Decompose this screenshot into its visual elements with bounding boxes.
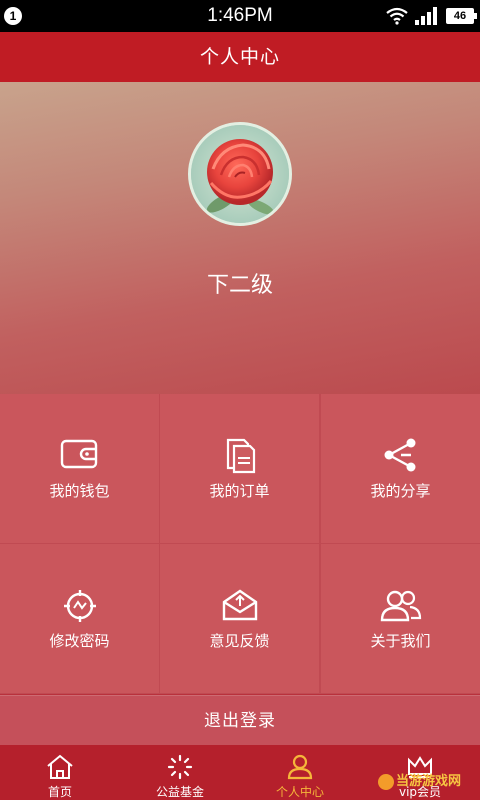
- document-icon: [226, 438, 255, 474]
- menu-item-label: 我的分享: [370, 482, 431, 500]
- wallet-icon: [60, 439, 97, 469]
- rose-avatar-image: [191, 125, 289, 223]
- nav-personal-center[interactable]: 个人中心: [240, 745, 360, 800]
- loading-icon: [167, 754, 193, 780]
- menu-item-about[interactable]: 关于我们: [321, 544, 480, 693]
- signal-icon: [415, 7, 437, 25]
- menu-item-label: 意见反馈: [209, 632, 270, 650]
- profile-header: 下二级: [0, 82, 480, 394]
- site-watermark: 当游游戏网: [378, 768, 478, 794]
- logout-button[interactable]: 退出登录: [0, 695, 480, 745]
- menu-grid: 我的钱包 我的订单 我的分享 修改密码 意见反馈 关于我们: [0, 394, 480, 694]
- mail-icon: [222, 589, 257, 621]
- nav-label: 个人中心: [275, 785, 324, 799]
- menu-item-share[interactable]: 我的分享: [321, 394, 480, 543]
- nav-home[interactable]: 首页: [0, 745, 120, 800]
- menu-item-label: 我的钱包: [49, 482, 110, 500]
- menu-item-wallet[interactable]: 我的钱包: [0, 394, 159, 543]
- nav-charity-fund[interactable]: 公益基金: [120, 745, 240, 800]
- password-icon: [63, 590, 96, 622]
- status-bar: 1 1:46PM 46: [0, 0, 480, 32]
- share-icon: [384, 438, 415, 472]
- menu-item-feedback[interactable]: 意见反馈: [160, 544, 319, 693]
- page-title: 个人中心: [0, 32, 480, 82]
- wifi-icon: [386, 7, 408, 25]
- users-icon: [380, 590, 421, 622]
- nav-label: 首页: [47, 785, 72, 799]
- nav-label: 公益基金: [155, 785, 204, 799]
- watermark-logo-icon: [378, 773, 394, 790]
- avatar[interactable]: [188, 122, 292, 226]
- person-icon: [287, 754, 313, 780]
- menu-item-label: 关于我们: [370, 632, 431, 650]
- watermark-text: 当游游戏网: [396, 773, 462, 788]
- menu-item-orders[interactable]: 我的订单: [160, 394, 319, 543]
- menu-item-label: 我的订单: [209, 482, 270, 500]
- home-icon: [47, 754, 73, 779]
- status-icons: 46: [386, 6, 477, 26]
- battery-icon: 46: [446, 8, 477, 24]
- username: 下二级: [206, 273, 273, 298]
- menu-item-change-password[interactable]: 修改密码: [0, 544, 159, 693]
- menu-item-label: 修改密码: [49, 632, 110, 650]
